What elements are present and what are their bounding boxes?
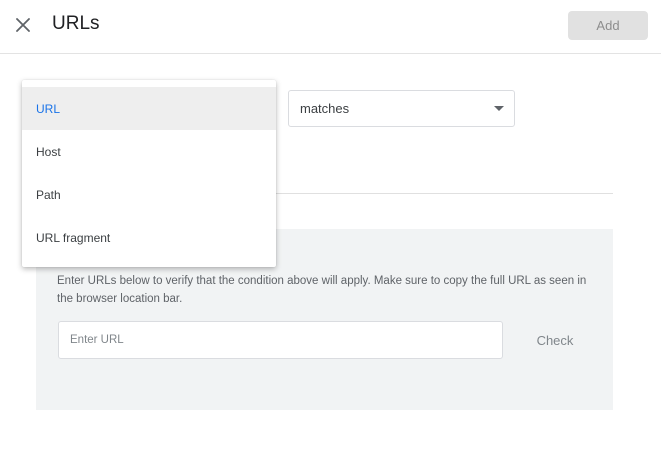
dropdown-item-url[interactable]: URL: [22, 87, 276, 130]
close-button[interactable]: [10, 12, 36, 38]
dropdown-item-label: Host: [36, 144, 61, 159]
dropdown-item-path[interactable]: Path: [22, 173, 276, 216]
verify-description: Enter URLs below to verify that the cond…: [57, 275, 587, 305]
match-type-select[interactable]: matches: [288, 90, 515, 127]
dropdown-item-label: Path: [36, 187, 61, 202]
dialog-header: URLs Add: [0, 0, 661, 54]
dropdown-item-host[interactable]: Host: [22, 130, 276, 173]
url-input[interactable]: [58, 321, 503, 359]
check-button[interactable]: Check: [523, 329, 587, 351]
dropdown-item-label: URL fragment: [36, 230, 111, 245]
dropdown-item-url-fragment[interactable]: URL fragment: [22, 216, 276, 259]
urls-dialog: URLs Add matches Enter URLs below to ver…: [0, 0, 661, 458]
close-icon[interactable]: [16, 18, 30, 32]
condition-type-dropdown: URL Host Path URL fragment: [22, 80, 276, 267]
chevron-down-icon: [494, 106, 504, 111]
match-type-value: matches: [300, 101, 350, 116]
page-title: URLs: [52, 13, 100, 34]
add-button[interactable]: Add: [568, 11, 648, 40]
dropdown-item-label: URL: [36, 101, 61, 116]
